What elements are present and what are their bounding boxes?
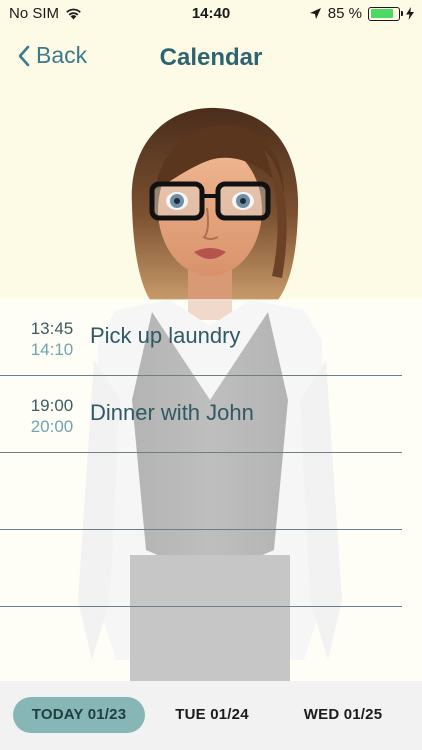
location-arrow-icon	[309, 8, 321, 19]
event-start-time: 13:45	[30, 319, 74, 338]
event-title: Dinner with John	[90, 400, 254, 425]
status-right: 85 %	[309, 5, 414, 22]
calendar-screen: No SIM 14:40 85 % Back Calendar 13:45 14…	[0, 0, 422, 750]
event-start-time: 19:00	[30, 396, 74, 415]
empty-event-row[interactable]	[0, 530, 402, 607]
tab-wednesday[interactable]: WED 01/25	[290, 697, 396, 733]
event-end-time: 20:00	[30, 417, 74, 436]
event-end-time: 14:10	[30, 340, 74, 359]
battery-percent: 85 %	[327, 5, 362, 22]
battery-level-fill	[370, 9, 394, 18]
event-row[interactable]: 19:00 20:00 Dinner with John	[0, 376, 402, 453]
event-time-range: 19:00 20:00	[22, 395, 82, 437]
tab-tuesday[interactable]: TUE 01/24	[160, 697, 264, 733]
status-bar: No SIM 14:40 85 %	[0, 0, 422, 30]
tab-today[interactable]: TODAY 01/23	[13, 697, 145, 733]
event-time-range: 13:45 14:10	[22, 318, 82, 360]
event-list: 13:45 14:10 Pick up laundry 19:00 20:00 …	[0, 299, 422, 681]
event-row[interactable]: 13:45 14:10 Pick up laundry	[0, 299, 402, 376]
charging-bolt-icon	[406, 7, 414, 20]
page-title: Calendar	[159, 44, 263, 71]
empty-event-row[interactable]	[0, 453, 402, 530]
day-tab-bar: TODAY 01/23 TUE 01/24 WED 01/25	[0, 681, 422, 750]
navigation-bar: Back Calendar	[0, 30, 422, 88]
battery-icon	[368, 6, 403, 21]
event-title: Pick up laundry	[90, 323, 241, 348]
